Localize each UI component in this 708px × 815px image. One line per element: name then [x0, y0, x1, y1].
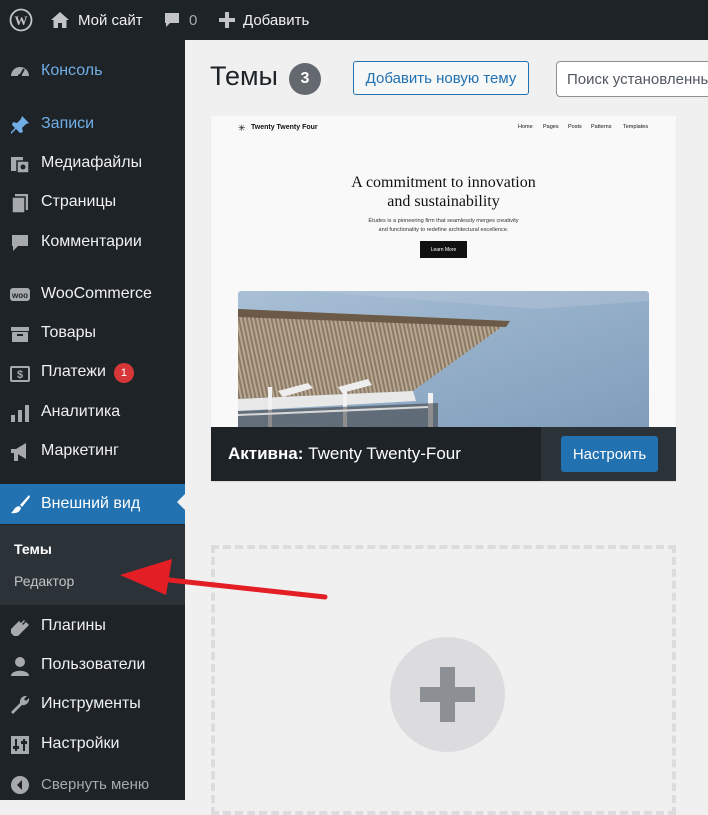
- sidebar-item-payments[interactable]: $ Платежи 1: [0, 355, 185, 391]
- preview-heading-line: A commitment to innovation: [351, 174, 536, 191]
- svg-text:W: W: [15, 13, 28, 28]
- preview-heading-line: and sustainability: [387, 193, 500, 210]
- marketing-icon: [9, 441, 31, 463]
- comments-link[interactable]: 0: [163, 0, 197, 40]
- preview-nav-item: Pages: [543, 124, 559, 130]
- sidebar-item-label: Аналитика: [41, 403, 121, 420]
- sidebar-item-label: Пользователи: [41, 656, 146, 673]
- add-new-theme-button[interactable]: Добавить новую тему: [353, 61, 529, 95]
- sidebar-item-comments[interactable]: Комментарии: [0, 224, 185, 260]
- preview-site-title: Twenty Twenty Four: [251, 124, 318, 131]
- sidebar-item-marketing[interactable]: Маркетинг: [0, 433, 185, 469]
- collapse-arrow-icon: [9, 774, 31, 796]
- sidebar-item-label: Свернуть меню: [41, 775, 150, 793]
- sidebar-collapse-menu[interactable]: Свернуть меню: [0, 766, 185, 802]
- comments-count: 0: [189, 11, 198, 29]
- preview-body-line: and functionality to redefine architectu…: [378, 227, 509, 233]
- preview-nav-item: Patterns: [591, 124, 612, 130]
- settings-sliders-icon: [9, 734, 31, 756]
- sidebar-item-appearance[interactable]: Внешний вид: [0, 484, 185, 524]
- preview-body-text: Études is a pioneering firm that seamles…: [331, 217, 556, 235]
- sidebar-item-label: Настройки: [41, 735, 120, 752]
- preview-learn-more-button: Learn More: [420, 241, 467, 258]
- comment-bubble-icon: [163, 11, 181, 29]
- sidebar-item-label: Инструменты: [41, 695, 141, 712]
- sidebar-item-label: Медиафайлы: [41, 154, 143, 171]
- wrench-icon: [9, 694, 31, 716]
- sidebar-item-dashboard[interactable]: Консоль: [0, 53, 185, 89]
- sidebar-item-pages[interactable]: Страницы: [0, 184, 185, 220]
- preview-heading: A commitment to innovation and sustainab…: [311, 173, 576, 211]
- submenu-item-editor[interactable]: Редактор: [14, 573, 74, 589]
- active-theme-name: Активна: Twenty Twenty-Four: [228, 444, 461, 464]
- comments-icon: [9, 232, 31, 254]
- sidebar-item-label: WooCommerce: [41, 285, 152, 302]
- active-prefix: Активна:: [228, 444, 304, 463]
- theme-name: Twenty Twenty-Four: [308, 444, 461, 463]
- svg-text:woo: woo: [11, 291, 28, 300]
- site-name-label: Мой сайт: [78, 11, 143, 29]
- sidebar-item-users[interactable]: Пользователи: [0, 647, 185, 683]
- site-name-link[interactable]: Мой сайт: [50, 0, 143, 40]
- sidebar-item-label: Страницы: [41, 193, 117, 210]
- analytics-icon: [9, 402, 31, 424]
- sidebar-item-label: Комментарии: [41, 233, 142, 250]
- wordpress-logo-icon[interactable]: W: [9, 0, 33, 40]
- active-theme-card[interactable]: ✳ Twenty Twenty Four Home Pages Posts Pa…: [211, 116, 676, 481]
- search-installed-themes-input[interactable]: Поиск установленных тем...: [556, 61, 708, 97]
- add-theme-plus-icon[interactable]: [390, 637, 505, 752]
- plus-icon: [219, 12, 235, 28]
- annotation-arrow-icon: [110, 555, 330, 610]
- appearance-brush-icon: [9, 493, 31, 515]
- active-theme-footer: Активна: Twenty Twenty-Four Настроить: [211, 427, 676, 481]
- sidebar-item-products[interactable]: Товары: [0, 315, 185, 351]
- svg-text:$: $: [17, 369, 23, 381]
- preview-nav-item: Templates: [623, 124, 649, 130]
- admin-bar: W Мой сайт 0 Добавить: [0, 0, 708, 40]
- sidebar-item-tools[interactable]: Инструменты: [0, 686, 185, 722]
- current-menu-pointer: [177, 493, 186, 511]
- woo-icon: woo: [9, 284, 31, 306]
- sidebar-item-label: Консоль: [41, 62, 103, 79]
- sidebar-item-label: Внешний вид: [41, 495, 141, 512]
- preview-logo-icon: ✳: [238, 123, 246, 133]
- add-new-label: Добавить: [243, 11, 310, 29]
- sidebar-item-label: Плагины: [41, 617, 106, 634]
- products-icon: [9, 323, 31, 345]
- customize-button[interactable]: Настроить: [561, 436, 658, 472]
- sidebar-item-posts[interactable]: Записи: [0, 106, 185, 142]
- submenu-item-themes[interactable]: Темы: [14, 541, 52, 557]
- sidebar-item-label: Платежи 1: [41, 363, 134, 383]
- users-icon: [9, 655, 31, 677]
- sidebar-item-label: Товары: [41, 324, 97, 341]
- payments-icon: $: [9, 363, 31, 385]
- sidebar-item-media[interactable]: Медиафайлы: [0, 145, 185, 181]
- theme-count-badge: 3: [289, 63, 321, 95]
- sidebar-item-settings[interactable]: Настройки: [0, 726, 185, 762]
- preview-body-line: Études is a pioneering firm that seamles…: [368, 218, 519, 224]
- sidebar-item-label: Записи: [41, 115, 95, 132]
- sidebar-item-label: Маркетинг: [41, 442, 119, 459]
- theme-screenshot[interactable]: ✳ Twenty Twenty Four Home Pages Posts Pa…: [211, 116, 676, 427]
- preview-nav-item: Home: [518, 124, 533, 130]
- plugins-icon: [9, 616, 31, 638]
- sidebar-item-analytics[interactable]: Аналитика: [0, 394, 185, 430]
- preview-architecture-image: [238, 291, 649, 427]
- sidebar-item-woocommerce[interactable]: woo WooCommerce: [0, 276, 185, 312]
- payments-badge: 1: [113, 363, 134, 383]
- pin-icon: [9, 114, 31, 136]
- home-icon: [50, 11, 70, 29]
- add-new-link[interactable]: Добавить: [219, 0, 309, 40]
- preview-nav-item: Posts: [568, 124, 582, 130]
- page-title: Темы: [210, 61, 278, 91]
- pages-icon: [9, 192, 31, 214]
- media-icon: [9, 153, 31, 175]
- dashboard-icon: [9, 61, 31, 83]
- sidebar-item-plugins[interactable]: Плагины: [0, 608, 185, 644]
